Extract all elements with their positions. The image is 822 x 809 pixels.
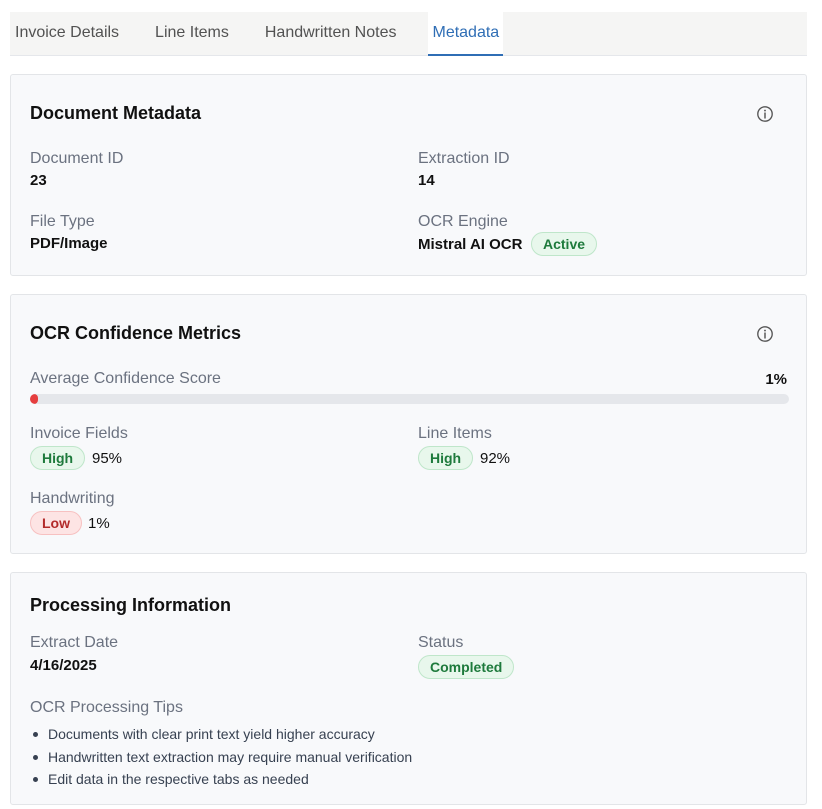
handwriting-value: 1% xyxy=(88,515,110,532)
document-metadata-card: Document Metadata Document ID 23 Extract… xyxy=(10,74,807,276)
processing-info-title: Processing Information xyxy=(30,595,232,615)
tab-line-items[interactable]: Line Items xyxy=(155,12,229,56)
ocr-engine-status-badge: Active xyxy=(531,232,598,256)
extract-date-label: Extract Date xyxy=(30,634,119,651)
line-items-value: 92% xyxy=(480,450,511,467)
document-id-label: Document ID xyxy=(30,150,124,167)
file-type-value: PDF/Image xyxy=(30,235,108,252)
list-item: Edit data in the respective tabs as need… xyxy=(30,768,412,791)
line-items-level-badge: High xyxy=(418,446,474,470)
ocr-tips-list: Documents with clear print text yield hi… xyxy=(30,723,412,791)
average-confidence-label: Average Confidence Score xyxy=(30,370,221,387)
average-confidence-value: 1% xyxy=(765,371,787,388)
processing-info-card: Processing Information Extract Date 4/16… xyxy=(10,572,807,805)
status-label: Status xyxy=(418,634,464,651)
invoice-fields-level-badge: High xyxy=(30,446,86,470)
extract-date-value: 4/16/2025 xyxy=(30,657,97,674)
handwriting-label: Handwriting xyxy=(30,490,115,507)
list-item: Handwritten text extraction may require … xyxy=(30,746,412,769)
file-type-label: File Type xyxy=(30,213,95,230)
tab-bar: Invoice Details Line Items Handwritten N… xyxy=(10,12,807,56)
ocr-engine-label: OCR Engine xyxy=(418,213,508,230)
document-id-value: 23 xyxy=(30,172,47,189)
invoice-fields-value: 95% xyxy=(92,450,123,467)
handwriting-level-badge: Low xyxy=(30,511,82,535)
tab-handwritten-notes[interactable]: Handwritten Notes xyxy=(265,12,397,56)
ocr-confidence-title: OCR Confidence Metrics xyxy=(30,323,242,343)
tab-metadata[interactable]: Metadata xyxy=(428,12,504,56)
info-icon[interactable] xyxy=(756,325,774,343)
invoice-fields-label: Invoice Fields xyxy=(30,425,128,442)
document-metadata-title: Document Metadata xyxy=(30,103,202,123)
extraction-id-value: 14 xyxy=(418,172,435,189)
ocr-confidence-card: OCR Confidence Metrics Average Confidenc… xyxy=(10,294,807,554)
average-confidence-bar-fill xyxy=(30,394,38,404)
ocr-tips-title: OCR Processing Tips xyxy=(30,699,183,716)
list-item: Documents with clear print text yield hi… xyxy=(30,723,412,746)
ocr-engine-value: Mistral AI OCR xyxy=(418,236,523,253)
status-badge: Completed xyxy=(418,655,515,679)
tab-invoice-details[interactable]: Invoice Details xyxy=(15,12,119,56)
line-items-label: Line Items xyxy=(418,425,492,442)
average-confidence-bar xyxy=(30,394,789,404)
info-icon[interactable] xyxy=(756,105,774,123)
extraction-id-label: Extraction ID xyxy=(418,150,510,167)
